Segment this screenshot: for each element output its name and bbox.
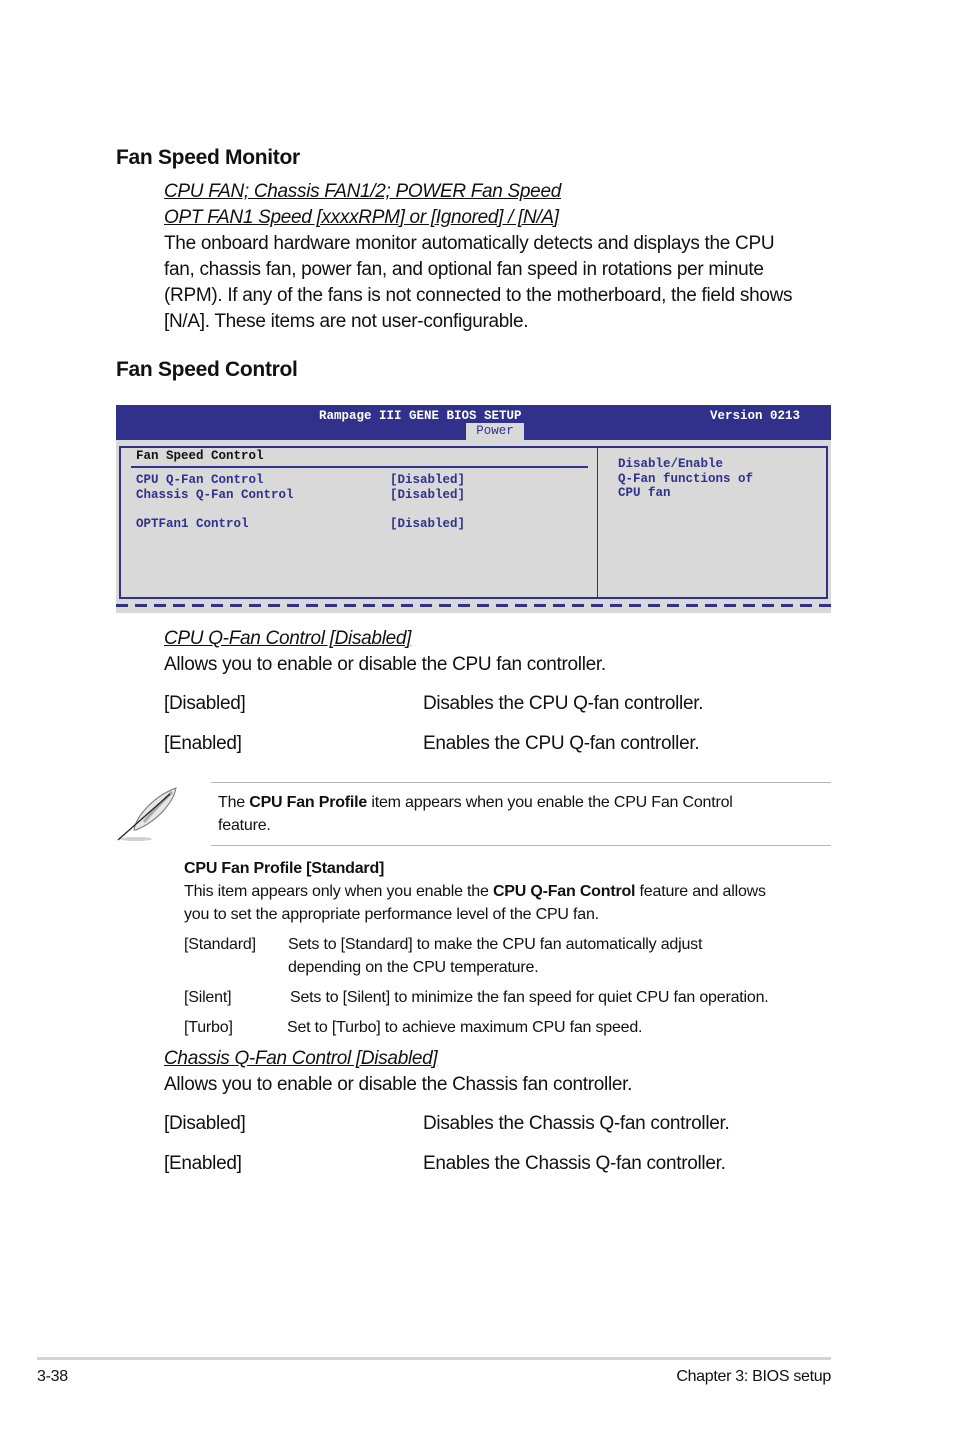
profile-desc-bold: CPU Q-Fan Control [492, 883, 636, 900]
profile-desc-line2: you to set the appropriate performance l… [184, 906, 599, 923]
note-suffix: item appears when you enable the CPU Fan… [367, 794, 733, 811]
bios-value-chassis-qfan[interactable]: [Disabled] [390, 488, 465, 502]
note-prefix: The [218, 794, 250, 811]
profile-option-name: [Turbo] [184, 1019, 233, 1036]
bios-item-optfan1[interactable]: OPTFan1 Control [136, 517, 249, 531]
desc-line: The onboard hardware monitor automatical… [164, 233, 775, 254]
fan-speed-item-title-2: OPT FAN1 Speed [xxxxRPM] or [Ignored] / … [164, 207, 559, 228]
desc-line: [N/A]. These items are not user-configur… [164, 311, 529, 332]
profile-option-desc: Set to [Turbo] to achieve maximum CPU fa… [287, 1019, 643, 1036]
bios-value-optfan1[interactable]: [Disabled] [390, 517, 465, 531]
cpu-qfan-option-name: [Enabled] [164, 733, 242, 754]
feather-pen-icon [114, 786, 180, 844]
note-top-rule [211, 782, 831, 783]
fan-speed-monitor-description: The onboard hardware monitor automatical… [164, 231, 844, 335]
cpu-qfan-option-desc: Enables the CPU Q-fan controller. [423, 733, 700, 754]
help-line: Disable/Enable [618, 457, 724, 471]
fan-speed-control-heading: Fan Speed Control [116, 358, 298, 381]
bios-dashed-border [116, 604, 831, 607]
chassis-qfan-option-name: [Disabled] [164, 1113, 246, 1134]
bios-panel: Fan Speed Control CPU Q-Fan Control [Dis… [119, 446, 828, 599]
note-line2: feature. [218, 817, 271, 834]
chapter-label: Chapter 3: BIOS setup [676, 1368, 831, 1385]
note-bold: CPU Fan Profile [249, 794, 368, 811]
profile-desc-prefix: This item appears only when you enable t… [184, 883, 493, 900]
profile-option-name: [Standard] [184, 936, 256, 953]
footer-rule [37, 1357, 831, 1360]
bios-section-divider [131, 466, 588, 468]
bios-screen: Rampage III GENE BIOS SETUP Version 0213… [116, 405, 831, 613]
fan-speed-item-title-1: CPU FAN; Chassis FAN1/2; POWER Fan Speed [164, 181, 561, 202]
bios-title: Rampage III GENE BIOS SETUP [319, 409, 522, 423]
bios-header: Rampage III GENE BIOS SETUP Version 0213… [116, 405, 831, 440]
note-bottom-rule [211, 845, 831, 846]
cpu-fan-profile-title: CPU Fan Profile [Standard] [184, 860, 385, 877]
help-line: Q-Fan functions of [618, 471, 754, 486]
chassis-qfan-option-desc: Disables the Chassis Q-fan controller. [423, 1113, 730, 1134]
profile-option-name: [Silent] [184, 989, 232, 1006]
bios-help-text: Disable/Enable Q-Fan functions of CPU fa… [618, 457, 753, 501]
chassis-qfan-description: Allows you to enable or disable the Chas… [164, 1074, 633, 1095]
bios-panel-divider [597, 448, 598, 597]
bios-tab-power[interactable]: Power [466, 423, 524, 440]
cpu-qfan-option-name: [Disabled] [164, 693, 246, 714]
profile-option-desc-line: Sets to [Standard] to make the CPU fan a… [288, 936, 703, 953]
bios-item-chassis-qfan[interactable]: Chassis Q-Fan Control [136, 488, 294, 502]
profile-option-desc-line: depending on the CPU temperature. [288, 959, 539, 976]
profile-option-desc: Sets to [Standard] to make the CPU fan a… [288, 933, 702, 979]
bios-item-cpu-qfan[interactable]: CPU Q-Fan Control [136, 473, 264, 487]
chassis-qfan-option-desc: Enables the Chassis Q-fan controller. [423, 1153, 726, 1174]
chassis-qfan-option-name: [Enabled] [164, 1153, 242, 1174]
note-text: The CPU Fan Profile item appears when yo… [218, 791, 818, 837]
cpu-fan-profile-description: This item appears only when you enable t… [184, 880, 844, 926]
fan-speed-monitor-heading: Fan Speed Monitor [116, 146, 300, 169]
bios-section-title: Fan Speed Control [136, 449, 264, 463]
profile-desc-suffix: feature and allows [635, 883, 766, 900]
profile-option-desc: Sets to [Silent] to minimize the fan spe… [290, 989, 769, 1006]
cpu-qfan-description: Allows you to enable or disable the CPU … [164, 654, 606, 675]
cpu-qfan-option-desc: Disables the CPU Q-fan controller. [423, 693, 704, 714]
page-number: 3-38 [37, 1368, 68, 1385]
help-line: CPU fan [618, 486, 671, 500]
bios-version: Version 0213 [709, 409, 800, 423]
chassis-qfan-title: Chassis Q-Fan Control [Disabled] [164, 1048, 438, 1069]
desc-line: fan, chassis fan, power fan, and optiona… [164, 259, 764, 280]
desc-line: (RPM). If any of the fans is not connect… [164, 285, 793, 306]
bios-value-cpu-qfan[interactable]: [Disabled] [390, 473, 465, 487]
cpu-qfan-title: CPU Q-Fan Control [Disabled] [164, 628, 412, 649]
